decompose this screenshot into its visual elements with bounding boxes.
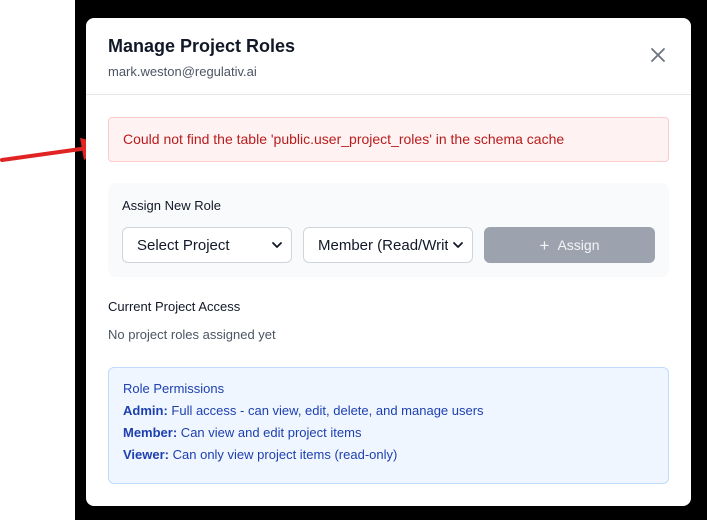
permission-desc: Can only view project items (read-only)	[169, 447, 398, 462]
permission-role: Viewer:	[123, 447, 170, 462]
assign-button[interactable]: + Assign	[484, 227, 655, 263]
role-select[interactable]: Member (Read/Write)	[303, 227, 473, 263]
current-access-title: Current Project Access	[108, 299, 241, 314]
permission-admin: Admin: Full access - can view, edit, del…	[123, 403, 654, 419]
current-access-empty: No project roles assigned yet	[108, 327, 276, 342]
permission-role: Member:	[123, 425, 178, 440]
error-alert: Could not find the table 'public.user_pr…	[108, 117, 669, 162]
permission-desc: Full access - can view, edit, delete, an…	[167, 403, 484, 418]
assign-role-label: Assign New Role	[122, 198, 221, 213]
role-select-value: Member (Read/Write)	[318, 236, 448, 254]
dialog-header: Manage Project Roles mark.weston@regulat…	[86, 18, 691, 95]
permission-desc: Can view and edit project items	[177, 425, 362, 440]
chevron-down-icon	[453, 242, 463, 248]
plus-icon: +	[539, 235, 550, 255]
manage-roles-dialog: Manage Project Roles mark.weston@regulat…	[86, 18, 691, 506]
close-icon[interactable]	[647, 44, 669, 66]
permission-role: Admin:	[123, 403, 168, 418]
dialog-body: Could not find the table 'public.user_pr…	[86, 95, 691, 484]
project-select-value: Select Project	[137, 236, 230, 254]
assign-role-row: Select Project Member (Read/Write) + Ass…	[122, 227, 655, 263]
assign-role-panel: Assign New Role Select Project Member (R…	[108, 183, 669, 277]
project-select[interactable]: Select Project	[122, 227, 292, 263]
role-permissions-title: Role Permissions	[123, 381, 225, 396]
user-email: mark.weston@regulativ.ai	[108, 64, 257, 79]
permission-member: Member: Can view and edit project items	[123, 425, 654, 441]
role-permissions-box: Role Permissions Admin: Full access - ca…	[108, 367, 669, 484]
assign-button-label: Assign	[557, 237, 600, 253]
chevron-down-icon	[272, 242, 282, 248]
permission-viewer: Viewer: Can only view project items (rea…	[123, 447, 654, 463]
dialog-title: Manage Project Roles	[108, 36, 296, 56]
